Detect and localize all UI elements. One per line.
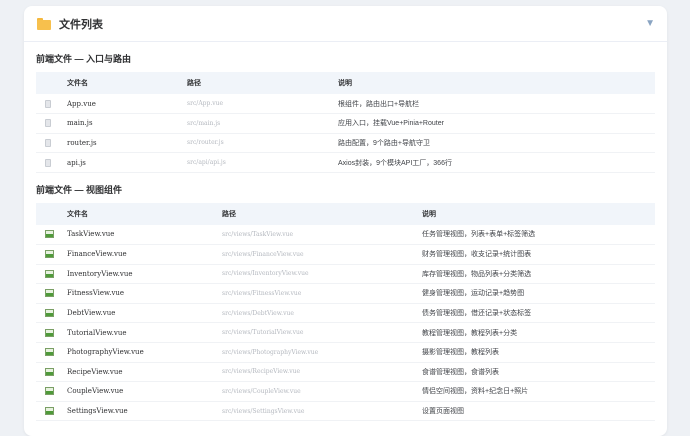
file-list-panel: 文件列表 ▼ 前端文件 — 入口与路由 文件名 路径 说明 App.vue sr… — [24, 6, 667, 436]
file-description: 路由配置，9个路由+导航守卫 — [338, 139, 430, 147]
image-icon — [45, 250, 54, 259]
image-icon — [45, 309, 54, 318]
file-name: InventoryView.vue — [67, 269, 133, 278]
table-header-row: 文件名 路径 说明 — [36, 202, 655, 225]
table-row[interactable]: api.js src/api/api.js Axios封装，9个模块API工厂，… — [36, 153, 655, 173]
file-name: PhotographyView.vue — [67, 348, 144, 357]
file-path: src/views/FinanceView.vue — [222, 250, 304, 258]
image-icon — [45, 407, 54, 416]
file-path: src/views/CoupleView.vue — [222, 387, 301, 395]
file-icon — [45, 158, 51, 167]
table-row[interactable]: TaskView.vue src/views/TaskView.vue 任务管理… — [36, 225, 655, 245]
column-header-description: 说明 — [422, 210, 436, 218]
file-description: 根组件，路由出口+导航栏 — [338, 100, 420, 108]
file-path: src/main.js — [187, 119, 221, 127]
file-path: src/api/api.js — [187, 159, 226, 167]
file-description: 设置页面视图 — [422, 408, 464, 416]
file-description: 摄影管理视图，教程列表 — [422, 349, 499, 357]
file-path: src/router.js — [187, 139, 224, 147]
file-name: TutorialView.vue — [67, 328, 127, 337]
file-path: src/views/TaskView.vue — [222, 230, 294, 238]
file-name: api.js — [67, 158, 86, 167]
file-description: 情侣空间视图，资料+纪念日+照片 — [422, 388, 529, 396]
file-icon — [45, 99, 51, 108]
table-row[interactable]: PhotographyView.vue src/views/Photograph… — [36, 342, 655, 363]
table-row[interactable]: router.js src/router.js 路由配置，9个路由+导航守卫 — [36, 133, 655, 153]
file-name: DebtView.vue — [67, 309, 116, 318]
file-name: FinanceView.vue — [67, 250, 127, 259]
file-name: router.js — [67, 138, 97, 147]
file-description: 教程管理视图，教程列表+分类 — [422, 329, 518, 337]
file-name: FitnessView.vue — [67, 289, 125, 298]
section-title-entry-routing: 前端文件 — 入口与路由 — [36, 54, 132, 64]
file-icon — [45, 138, 51, 147]
file-path: src/views/InventoryView.vue — [222, 270, 309, 278]
file-description: 库存管理视图，物品列表+分类筛选 — [422, 270, 532, 278]
file-path: src/views/DebtView.vue — [222, 309, 294, 317]
file-name: main.js — [67, 119, 93, 128]
file-name: CoupleView.vue — [67, 387, 124, 396]
file-path: src/views/FitnessView.vue — [222, 289, 302, 297]
file-description: 食谱管理视图，食谱列表 — [422, 368, 499, 376]
table-row[interactable]: main.js src/main.js 应用入口，挂载Vue+Pinia+Rou… — [36, 114, 655, 134]
section-title-views: 前端文件 — 视图组件 — [36, 184, 123, 195]
file-description: 应用入口，挂载Vue+Pinia+Router — [338, 120, 444, 128]
collapse-icon[interactable]: ▼ — [645, 18, 655, 29]
image-icon — [45, 348, 54, 357]
column-header-filename: 文件名 — [67, 210, 88, 218]
panel-header[interactable]: 文件列表 ▼ — [24, 6, 667, 42]
table-row[interactable]: CoupleView.vue src/views/CoupleView.vue … — [36, 382, 655, 402]
column-header-description: 说明 — [338, 80, 352, 87]
image-icon — [45, 328, 54, 337]
column-header-filename: 文件名 — [67, 80, 88, 87]
file-description: 任务管理视图，列表+表单+标签筛选 — [422, 231, 536, 239]
file-path: src/views/PhotographyView.vue — [222, 348, 319, 356]
table-row[interactable]: App.vue src/App.vue 根组件，路由出口+导航栏 — [36, 94, 655, 114]
table-row[interactable]: TutorialView.vue src/views/TutorialView.… — [36, 323, 655, 343]
file-description: 债务管理视图，借还记录+状态标签 — [422, 310, 532, 318]
file-description: 财务管理视图，收支记录+统计图表 — [422, 251, 532, 259]
table-row[interactable]: FinanceView.vue src/views/FinanceView.vu… — [36, 244, 655, 265]
file-name: App.vue — [67, 99, 96, 108]
table-row[interactable]: RecipeView.vue src/views/RecipeView.vue … — [36, 362, 655, 382]
table-row[interactable]: DebtView.vue src/views/DebtView.vue 债务管理… — [36, 303, 655, 323]
image-icon — [45, 367, 54, 376]
file-description: Axios封装，9个模块API工厂，366行 — [338, 159, 452, 167]
file-path: src/views/TutorialView.vue — [222, 329, 304, 337]
folder-icon — [37, 17, 51, 30]
file-icon — [45, 119, 51, 128]
table-header-row: 文件名 路径 说明 — [36, 72, 655, 94]
file-name: SettingsView.vue — [67, 407, 128, 416]
file-name: TaskView.vue — [67, 230, 115, 239]
panel-title: 文件列表 — [59, 18, 103, 31]
column-header-path: 路径 — [222, 210, 236, 218]
table-row[interactable]: SettingsView.vue src/views/SettingsView.… — [36, 401, 655, 421]
image-icon — [45, 387, 54, 396]
file-description: 健身管理视图，运动记录+趋势图 — [422, 290, 525, 298]
table-row[interactable]: FitnessView.vue src/views/FitnessView.vu… — [36, 284, 655, 304]
file-path: src/views/RecipeView.vue — [222, 368, 300, 376]
entry-routing-table: 文件名 路径 说明 App.vue src/App.vue 根组件，路由出口+导… — [36, 72, 655, 173]
image-icon — [45, 289, 54, 298]
file-name: RecipeView.vue — [67, 367, 123, 376]
image-icon — [45, 230, 54, 239]
view-components-table: 文件名 路径 说明 TaskView.vue src/views/TaskVie… — [36, 202, 655, 421]
file-path: src/App.vue — [187, 100, 224, 108]
table-row[interactable]: InventoryView.vue src/views/InventoryVie… — [36, 264, 655, 284]
file-path: src/views/SettingsView.vue — [222, 407, 305, 415]
column-header-path: 路径 — [187, 80, 201, 87]
image-icon — [45, 269, 54, 278]
